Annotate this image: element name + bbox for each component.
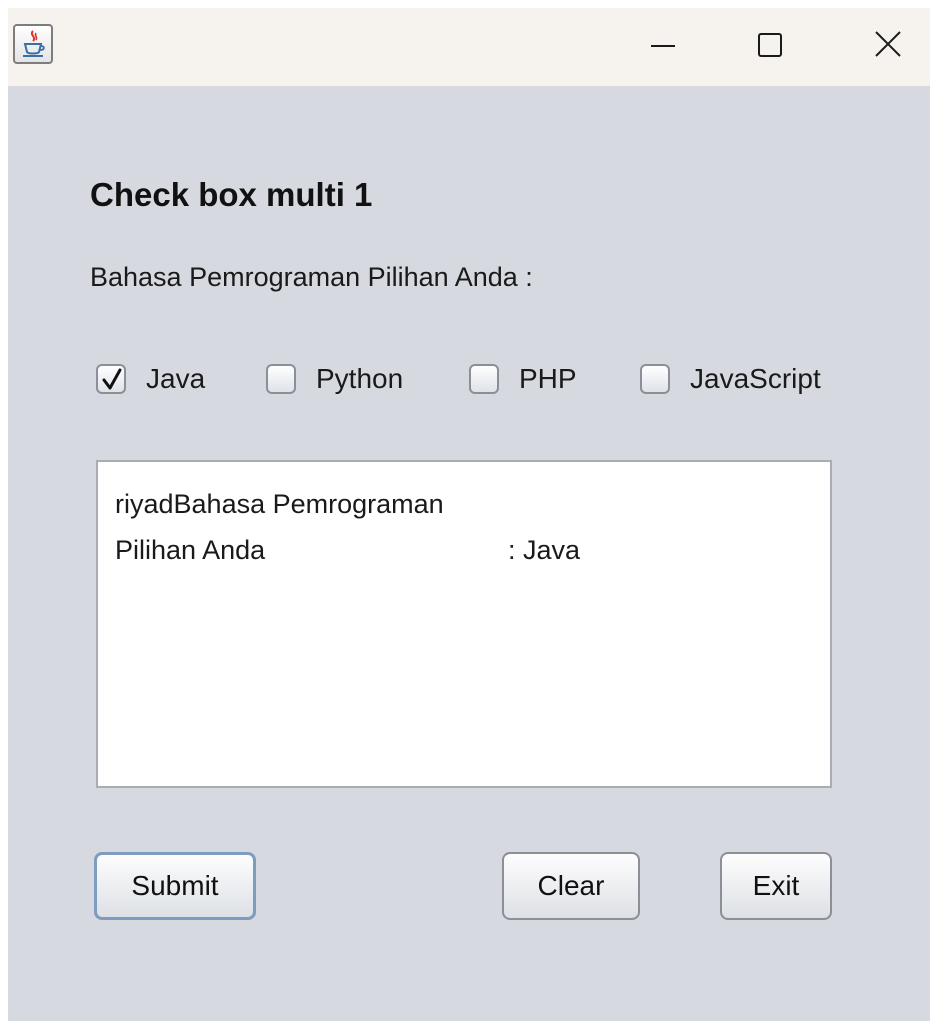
prompt-label: Bahasa Pemrograman Pilihan Anda :	[90, 262, 533, 292]
checkbox-python-box[interactable]	[266, 364, 296, 394]
checkbox-javascript-box[interactable]	[640, 364, 670, 394]
maximize-icon	[758, 33, 782, 57]
exit-button[interactable]: Exit	[720, 852, 832, 920]
form-title: Check box multi 1	[90, 176, 373, 213]
submit-button[interactable]: Submit	[94, 852, 256, 920]
checkbox-php[interactable]: PHP	[469, 358, 577, 400]
checkbox-java-label[interactable]: Java	[146, 363, 205, 395]
checkbox-java[interactable]: Java	[96, 358, 205, 400]
java-coffee-cup-icon[interactable]	[13, 24, 53, 64]
output-text-area[interactable]: riyadBahasa Pemrograman Pilihan Anda : J…	[96, 460, 832, 788]
minimize-button[interactable]	[628, 8, 698, 86]
checkmark-icon	[102, 368, 122, 390]
checkbox-python[interactable]: Python	[266, 358, 403, 400]
maximize-button[interactable]	[735, 8, 805, 86]
checkbox-php-box[interactable]	[469, 364, 499, 394]
title-bar[interactable]	[8, 8, 930, 86]
output-line-2-label: Pilihan Anda	[115, 535, 266, 565]
close-button[interactable]	[854, 8, 924, 86]
close-icon	[875, 31, 901, 57]
output-line-1: riyadBahasa Pemrograman	[115, 489, 444, 519]
checkbox-java-box[interactable]	[96, 364, 126, 394]
checkbox-javascript-label[interactable]: JavaScript	[690, 363, 821, 395]
output-line-2-value: : Java	[508, 535, 581, 565]
minimize-icon	[651, 45, 675, 47]
checkbox-javascript[interactable]: JavaScript	[640, 358, 821, 400]
checkbox-php-label[interactable]: PHP	[519, 363, 577, 395]
checkbox-python-label[interactable]: Python	[316, 363, 403, 395]
clear-button[interactable]: Clear	[502, 852, 640, 920]
app-window: Check box multi 1 Bahasa Pemrograman Pil…	[8, 8, 930, 1021]
